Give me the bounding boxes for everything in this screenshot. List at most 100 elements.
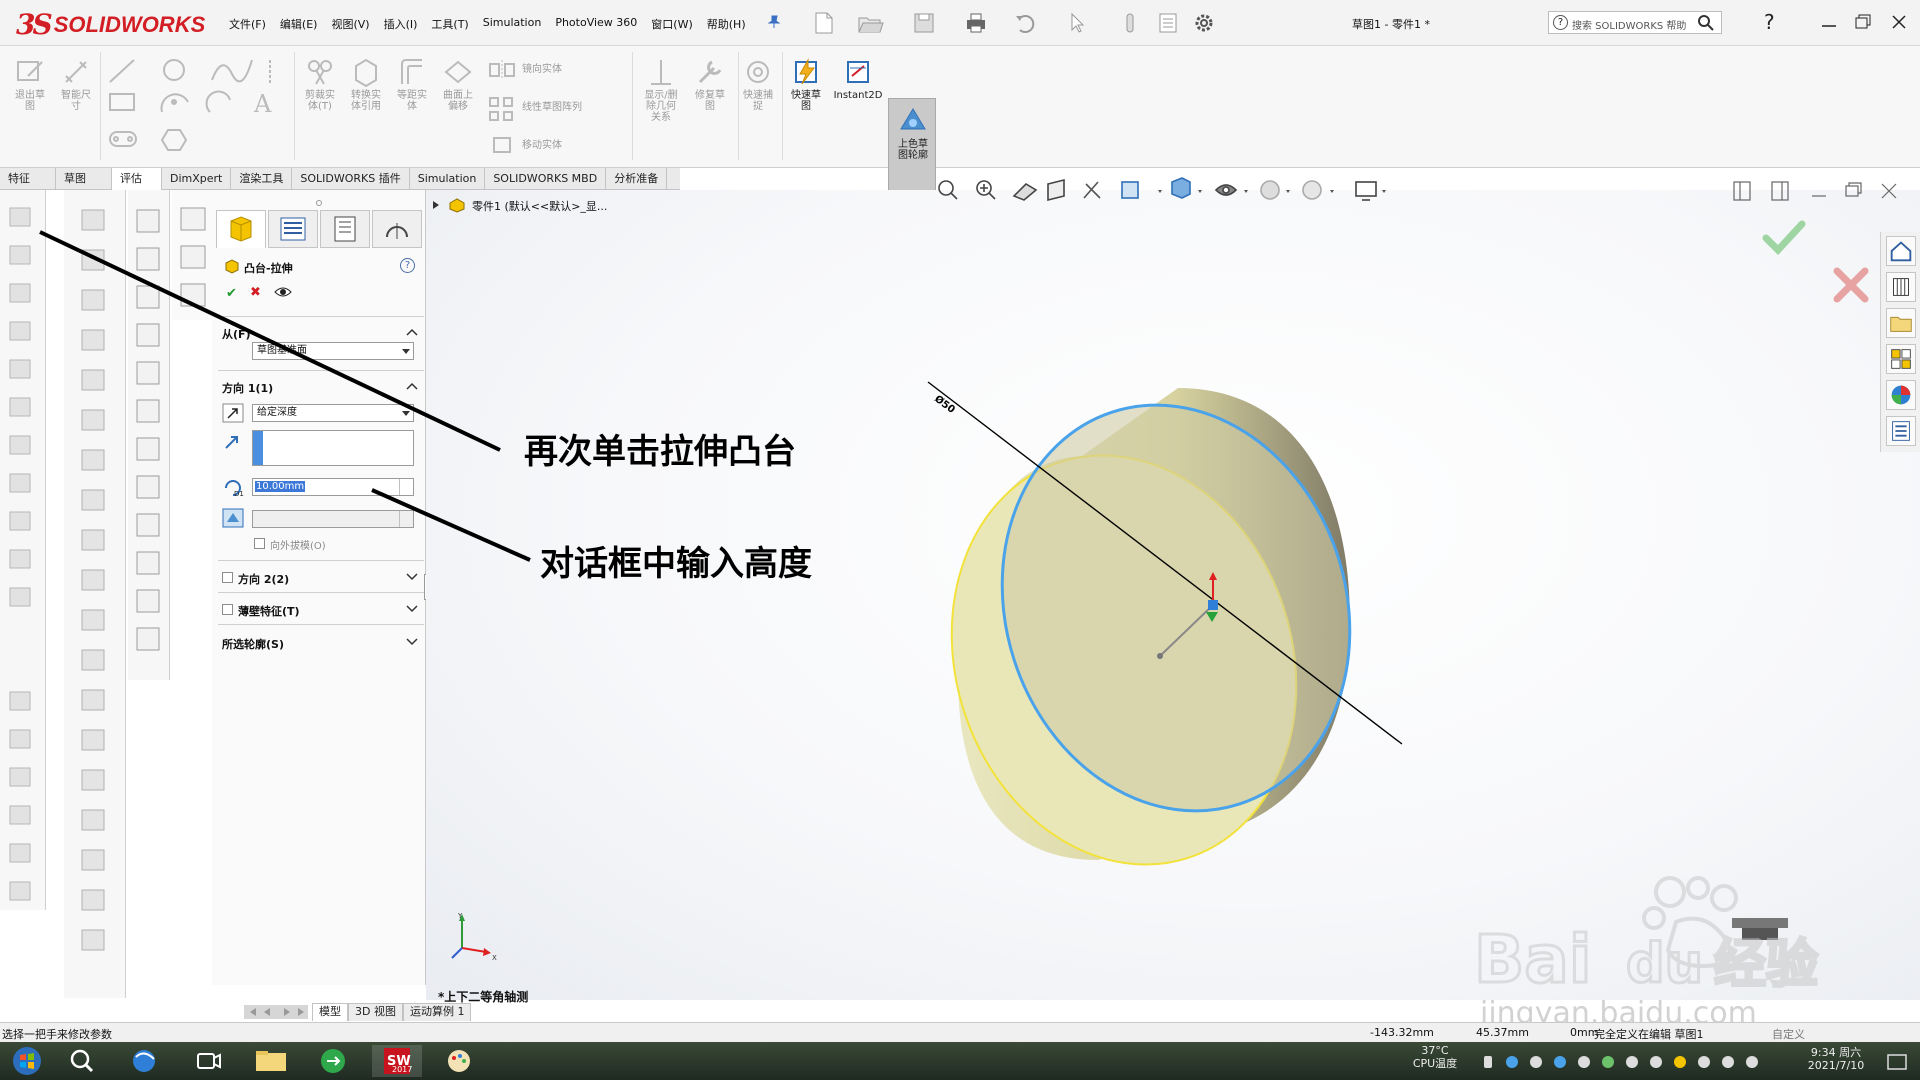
search-icon[interactable] xyxy=(58,1045,108,1077)
pm-grip[interactable] xyxy=(316,200,322,206)
convert-entities-button[interactable]: 转换实 体引用 xyxy=(344,56,388,112)
search-help-input[interactable]: ? 搜索 SOLIDWORKS 帮助 xyxy=(1548,11,1722,34)
depth-spinner[interactable] xyxy=(399,479,413,495)
file-explorer-icon[interactable] xyxy=(1886,308,1916,338)
menu-view[interactable]: 视图(V) xyxy=(324,16,376,32)
help-question-icon[interactable]: ? xyxy=(1758,10,1784,34)
exit-sketch-button[interactable]: 退出草 图 xyxy=(8,56,52,112)
draft-toggle-icon[interactable] xyxy=(222,508,244,528)
view-palette-icon[interactable] xyxy=(1886,344,1916,374)
tab-3d-views[interactable]: 3D 视图 xyxy=(348,1003,403,1021)
tab-analysis-prep[interactable]: 分析准备 xyxy=(606,168,668,190)
selected-contours-header[interactable]: 所选轮廓(S) xyxy=(222,636,284,652)
pm-cancel-button[interactable]: ✖ xyxy=(250,285,261,300)
preview-eye-icon[interactable] xyxy=(274,286,292,298)
direction2-checkbox[interactable] xyxy=(222,572,233,583)
tab-dimxpert[interactable]: DimXpert xyxy=(162,168,232,190)
tab-motion-study[interactable]: 运动算例 1 xyxy=(402,1003,472,1021)
tab-solidworks-addins[interactable]: SOLIDWORKS 插件 xyxy=(292,168,410,190)
file-explorer-taskbar-icon[interactable] xyxy=(246,1045,296,1077)
mirror-entities-button[interactable]: 镜向实体 xyxy=(488,60,584,80)
rebuild-icon[interactable] xyxy=(1116,10,1144,36)
depth-input[interactable]: 10.00mm xyxy=(252,478,414,496)
confirm-cancel-icon[interactable] xyxy=(1832,266,1870,304)
browser-icon[interactable] xyxy=(120,1045,170,1077)
confirm-ok-icon[interactable] xyxy=(1762,218,1806,256)
tab-dimxpert-manager[interactable] xyxy=(372,210,422,248)
direction1-section-header[interactable]: 方向 1(1) xyxy=(222,380,273,396)
extruded-cylinder-model[interactable]: Ø50 xyxy=(900,360,1460,880)
menu-insert[interactable]: 插入(I) xyxy=(377,16,425,32)
new-document-icon[interactable] xyxy=(810,10,838,36)
draft-outward-checkbox[interactable] xyxy=(254,538,265,549)
menu-help[interactable]: 帮助(H) xyxy=(700,16,753,32)
tab-sketch[interactable]: 草图 xyxy=(56,168,112,190)
system-clock[interactable]: 9:34 周六 2021/7/10 xyxy=(1796,1046,1876,1072)
search-icon[interactable] xyxy=(1697,14,1715,32)
rapid-sketch-button[interactable]: 快速草 图 xyxy=(784,56,828,112)
pin-icon[interactable] xyxy=(768,15,780,29)
file-properties-icon[interactable] xyxy=(1154,10,1182,36)
tab-scroll-arrows[interactable] xyxy=(244,1005,308,1019)
tree-expand-arrow-icon[interactable] xyxy=(430,199,444,211)
end-condition-select[interactable]: 给定深度 xyxy=(252,404,414,422)
solidworks-logo[interactable]: 3S SOLIDWORKS xyxy=(16,8,205,41)
select-cursor-icon[interactable] xyxy=(1064,10,1092,36)
custom-properties-icon[interactable] xyxy=(1886,416,1916,446)
chevron-down-icon[interactable] xyxy=(406,573,418,581)
pm-help-button[interactable]: ? xyxy=(400,258,415,273)
draft-angle-input[interactable] xyxy=(252,510,414,528)
repair-sketch-button[interactable]: 修复草 图 xyxy=(688,56,732,112)
chevron-down-icon[interactable] xyxy=(406,605,418,613)
tab-features[interactable]: 特征 xyxy=(0,168,56,190)
from-start-condition-select[interactable]: 草图基准面 xyxy=(252,342,414,360)
menu-window[interactable]: 窗口(W) xyxy=(644,16,699,32)
design-library-icon[interactable] xyxy=(1886,272,1916,302)
quick-snaps-button[interactable]: 快速捕 捉 xyxy=(736,56,780,112)
windows-start-icon[interactable] xyxy=(2,1045,52,1077)
linear-sketch-pattern-button[interactable]: 线性草图阵列 xyxy=(488,96,598,122)
menu-simulation[interactable]: Simulation xyxy=(476,16,549,32)
menu-edit[interactable]: 编辑(E) xyxy=(273,16,325,32)
move-entities-button[interactable]: 移动实体 xyxy=(488,134,588,156)
tab-render-tools[interactable]: 渲染工具 xyxy=(231,168,293,190)
diameter-dimension[interactable]: Ø50 xyxy=(932,393,957,416)
open-folder-icon[interactable] xyxy=(856,10,884,36)
from-section-header[interactable]: 从(F) xyxy=(222,326,251,342)
minimize-icon[interactable] xyxy=(1816,10,1842,34)
solidworks-taskbar-button[interactable]: SW 2017 xyxy=(372,1045,422,1077)
undo-icon[interactable] xyxy=(1012,10,1040,36)
tab-simulation[interactable]: Simulation xyxy=(410,168,486,190)
direction-reference-field[interactable] xyxy=(252,430,414,466)
tab-configuration-manager[interactable] xyxy=(320,210,370,248)
appearances-scenes-icon[interactable] xyxy=(1886,380,1916,410)
offset-entities-button[interactable]: 等距实 体 xyxy=(390,56,434,112)
smart-dimension-button[interactable]: 智能尺 寸 xyxy=(54,56,98,112)
restore-icon[interactable] xyxy=(1850,10,1876,34)
solidworks-resources-home-icon[interactable] xyxy=(1886,236,1916,266)
reverse-direction-icon[interactable] xyxy=(222,403,244,423)
menu-tools[interactable]: 工具(T) xyxy=(424,16,475,32)
close-icon[interactable] xyxy=(1886,10,1912,34)
instant2d-button[interactable]: Instant2D xyxy=(832,56,884,101)
tab-solidworks-mbd[interactable]: SOLIDWORKS MBD xyxy=(485,168,607,190)
pm-ok-button[interactable]: ✔ xyxy=(226,286,237,301)
camera-app-icon[interactable] xyxy=(184,1045,234,1077)
options-gear-icon[interactable] xyxy=(1190,10,1218,36)
tab-model[interactable]: 模型 xyxy=(312,1003,348,1021)
tab-evaluate[interactable]: 评估 xyxy=(112,168,162,190)
display-delete-relations-button[interactable]: 显示/删 除几何 关系 xyxy=(636,56,686,123)
green-app-icon[interactable] xyxy=(308,1045,358,1077)
menu-photoview[interactable]: PhotoView 360 xyxy=(548,16,644,32)
chevron-up-icon[interactable] xyxy=(406,328,418,336)
tab-property-manager[interactable] xyxy=(268,210,318,248)
chevron-down-icon[interactable] xyxy=(406,638,418,646)
draft-angle-spinner[interactable] xyxy=(399,511,413,527)
tab-feature-manager[interactable] xyxy=(216,210,266,248)
menu-file[interactable]: 文件(F) xyxy=(222,16,273,32)
feature-tree-root[interactable]: 零件1 (默认<<默认>_显... xyxy=(472,198,607,214)
paint-app-icon[interactable] xyxy=(434,1045,484,1077)
status-units[interactable]: 自定义 xyxy=(1772,1026,1805,1042)
offset-on-surface-button[interactable]: 曲面上 偏移 xyxy=(436,56,480,112)
thin-feature-checkbox[interactable] xyxy=(222,604,233,615)
